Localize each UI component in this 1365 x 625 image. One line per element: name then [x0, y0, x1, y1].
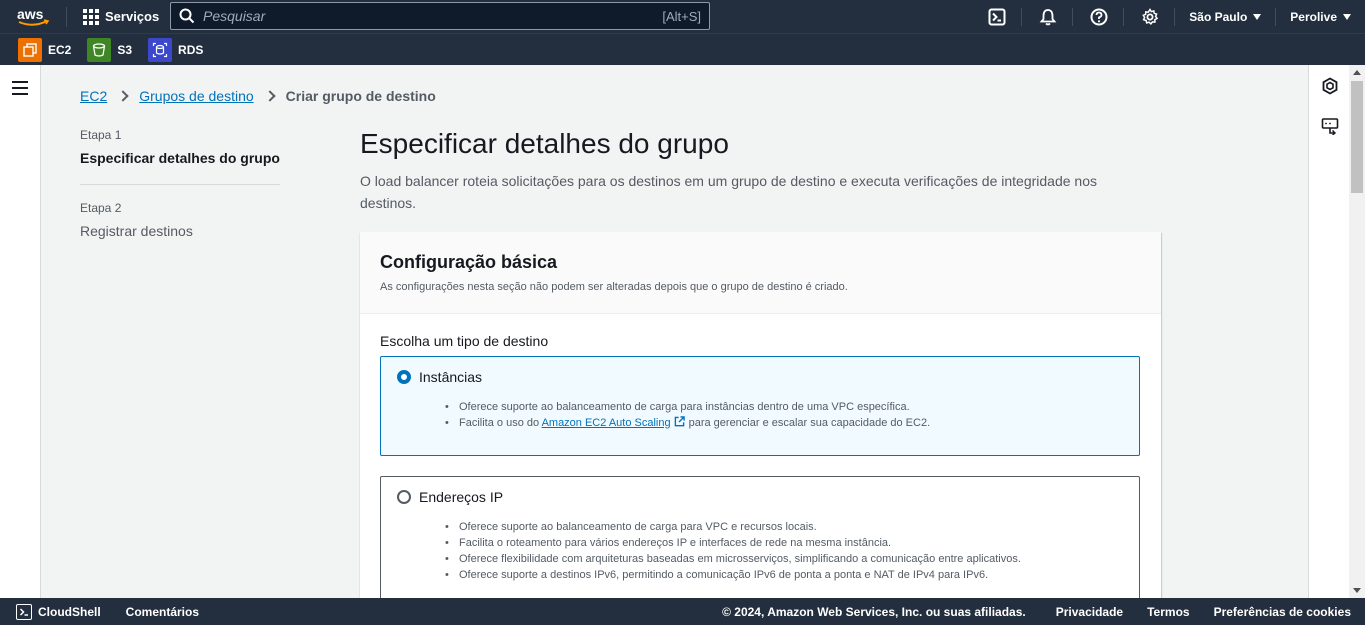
radio-selected-icon[interactable] [397, 370, 411, 384]
gear-icon [1141, 7, 1159, 25]
caret-down-icon [1253, 13, 1262, 20]
favorite-label: RDS [178, 42, 204, 57]
rds-service-icon [148, 37, 173, 62]
footer-links: © 2024, Amazon Web Services, Inc. ou sua… [722, 605, 1351, 619]
footer-privacy-link[interactable]: Privacidade [1056, 605, 1123, 619]
chevron-right-icon [263, 90, 276, 102]
console-footer: CloudShell Comentários © 2024, Amazon We… [0, 598, 1365, 625]
search-shortcut: [Alt+S] [662, 8, 701, 24]
grid-icon [83, 8, 99, 25]
s3-service-icon [87, 37, 112, 62]
step-title: Registrar destinos [80, 223, 193, 239]
top-navigation: aws Serviços Pesquisar [Alt+S] São Paulo… [0, 0, 1365, 33]
breadcrumb-target-groups[interactable]: Grupos de destino [139, 88, 253, 104]
list-item: Facilita o roteamento para vários endere… [445, 535, 1021, 551]
favorite-ec2[interactable]: EC2 [18, 37, 72, 62]
favorite-label: S3 [117, 42, 133, 57]
scroll-up-icon[interactable] [1353, 70, 1361, 75]
list-item: Oferece flexibilidade com arquiteturas b… [445, 551, 1021, 567]
services-label: Serviços [105, 9, 160, 24]
search-placeholder: Pesquisar [203, 8, 266, 24]
region-selector[interactable]: São Paulo [1175, 10, 1275, 24]
tile-label: Instâncias [419, 369, 483, 385]
favorite-rds[interactable]: RDS [148, 37, 204, 62]
bullet-text: para gerenciar e escalar sua capacidade … [688, 417, 931, 429]
region-label: São Paulo [1189, 9, 1248, 24]
footer-cloudshell-button[interactable]: CloudShell [16, 603, 101, 620]
notifications-button[interactable] [1022, 0, 1072, 33]
footer-cookies-link[interactable]: Preferências de cookies [1214, 605, 1351, 619]
external-link-icon[interactable] [674, 416, 685, 427]
container-header: Configuração básica As configurações nes… [360, 232, 1161, 314]
breadcrumb: EC2 Grupos de destino Criar grupo de des… [80, 88, 436, 104]
search-icon [179, 8, 195, 24]
container-title: Configuração básica [380, 252, 558, 272]
wizard-steps: Etapa 1 Especificar detalhes do grupo Et… [80, 128, 280, 239]
breadcrumb-ec2[interactable]: EC2 [80, 88, 107, 104]
footer-feedback-link[interactable]: Comentários [126, 605, 199, 619]
breadcrumb-current: Criar grupo de destino [285, 88, 436, 104]
ec2-service-icon [18, 37, 42, 62]
feedback-panel-button[interactable] [1321, 117, 1339, 136]
step-title: Especificar detalhes do grupo [80, 150, 280, 166]
side-nav-rail [0, 65, 41, 598]
services-menu-button[interactable]: Serviços [75, 8, 167, 25]
bullet-text: Facilita o uso do [459, 417, 540, 429]
tools-panel-button[interactable] [1321, 77, 1339, 95]
radio-unselected-icon[interactable] [397, 490, 411, 504]
account-label: Perolive [1290, 9, 1337, 24]
chevron-right-icon [117, 90, 129, 102]
tile-header: Endereços IP [397, 489, 503, 505]
tile-label: Endereços IP [419, 489, 504, 505]
target-type-ip-tile[interactable]: Endereços IP Oferece suporte ao balancea… [380, 476, 1140, 616]
bell-icon [1039, 8, 1057, 25]
step-2: Etapa 2 Registrar destinos [80, 201, 280, 239]
help-button[interactable] [1073, 0, 1123, 33]
aws-logo-icon: aws [17, 6, 50, 26]
footer-terms-link[interactable]: Termos [1147, 605, 1189, 619]
svg-text:aws: aws [17, 6, 44, 22]
step-label: Etapa 2 [80, 201, 122, 215]
cloudshell-button[interactable] [971, 0, 1021, 33]
tile-bullets: Oferece suporte ao balanceamento de carg… [445, 399, 931, 431]
ec2-auto-scaling-link[interactable]: Amazon EC2 Auto Scaling [542, 417, 671, 429]
caret-down-icon [1343, 13, 1351, 20]
favorite-label: EC2 [48, 42, 72, 57]
feedback-icon [1321, 118, 1339, 136]
list-item: Facilita o uso do Amazon EC2 Auto Scalin… [445, 415, 931, 431]
help-icon [1090, 8, 1108, 25]
info-hexagon-icon [1322, 77, 1338, 95]
cloudshell-icon [16, 603, 32, 620]
page-description: O load balancer roteia solicitações para… [360, 173, 1097, 211]
cloudshell-label: CloudShell [38, 604, 101, 619]
scroll-down-icon[interactable] [1353, 588, 1361, 593]
cloudshell-icon [988, 8, 1006, 25]
tile-bullets: Oferece suporte ao balanceamento de carg… [445, 519, 1021, 583]
step-label: Etapa 1 [80, 128, 122, 142]
settings-button[interactable] [1124, 0, 1174, 33]
list-item: Oferece suporte ao balanceamento de carg… [445, 399, 930, 415]
step-1: Etapa 1 Especificar detalhes do grupo [80, 128, 280, 166]
aws-logo[interactable]: aws [8, 0, 58, 33]
list-item: Oferece suporte ao balanceamento de carg… [445, 519, 1021, 535]
tools-rail [1308, 65, 1349, 598]
target-type-label: Escolha um tipo de destino [380, 333, 549, 349]
scrollbar-thumb[interactable] [1351, 81, 1363, 193]
favorite-s3[interactable]: S3 [87, 37, 133, 62]
page-scrollbar[interactable] [1349, 65, 1365, 598]
target-type-instances-tile[interactable]: Instâncias Oferece suporte ao balanceame… [380, 356, 1140, 456]
page-title: Especificar detalhes do grupo [360, 128, 729, 159]
list-item: Oferece suporte a destinos IPv6, permiti… [445, 567, 1021, 583]
account-menu[interactable]: Perolive [1276, 10, 1365, 24]
tile-header: Instâncias [397, 369, 482, 385]
container-subtitle: As configurações nesta seção não podem s… [380, 281, 848, 293]
favorites-bar: EC2 S3 RDS [0, 33, 1365, 65]
nav-right-group: São Paulo Perolive [971, 0, 1365, 33]
copyright-text: © 2024, Amazon Web Services, Inc. ou sua… [722, 604, 1026, 619]
hamburger-menu-icon[interactable] [12, 81, 28, 99]
search-input[interactable]: Pesquisar [Alt+S] [170, 2, 710, 30]
step-divider [80, 184, 280, 185]
basic-config-container: Configuração básica As configurações nes… [360, 232, 1161, 616]
nav-separator [66, 6, 67, 27]
